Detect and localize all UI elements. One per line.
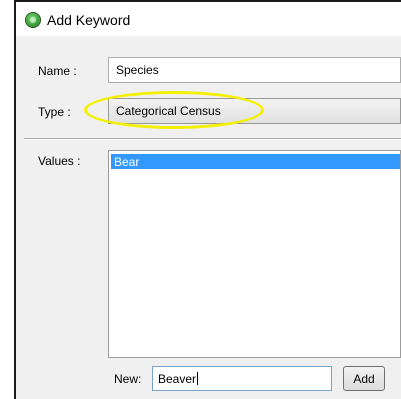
new-label: New:	[114, 372, 142, 386]
list-item[interactable]: Bear	[111, 154, 400, 169]
title-bar: Add Keyword	[16, 2, 401, 36]
globe-icon	[26, 13, 40, 27]
name-field[interactable]: Species	[108, 57, 401, 83]
type-dropdown[interactable]: Categorical Census	[108, 98, 401, 124]
type-label: Type :	[38, 105, 71, 119]
values-label: Values :	[38, 154, 81, 168]
text-caret	[197, 372, 199, 385]
name-label: Name :	[38, 64, 77, 78]
values-list[interactable]: Bear	[108, 150, 401, 358]
separator	[24, 138, 401, 140]
new-value-text: Beaver	[158, 372, 197, 386]
window-title: Add Keyword	[47, 12, 131, 28]
new-value-input[interactable]: Beaver	[152, 366, 332, 391]
add-button[interactable]: Add	[343, 366, 385, 391]
